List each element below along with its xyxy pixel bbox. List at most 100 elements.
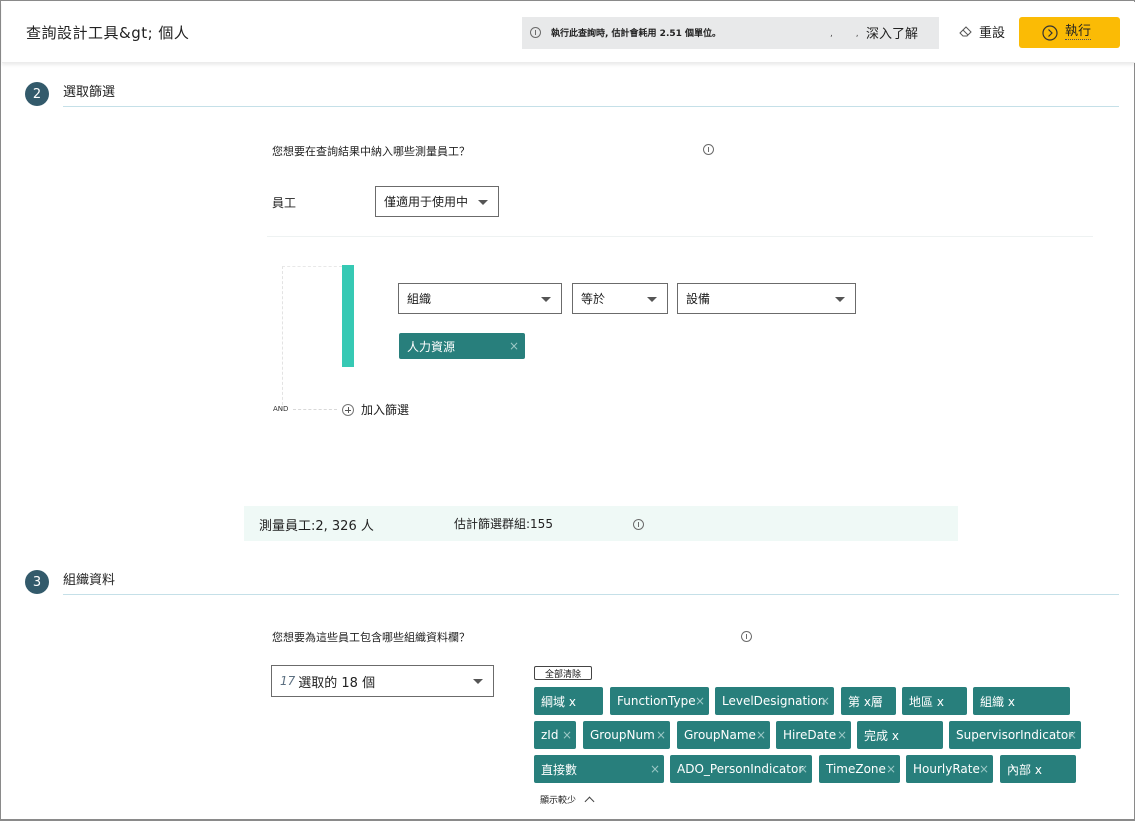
learn-more-link[interactable]: 深入了解 [866,23,918,42]
filter-value-value: 設備 [686,292,711,306]
column-tag: 地區 x [902,687,967,715]
tag-label: zId [541,728,559,742]
show-less-toggle[interactable]: 顯示較少 [540,793,595,807]
info-icon [530,27,541,38]
run-button[interactable]: 執行 [1019,17,1120,48]
tag-label: TimeZone [826,762,886,776]
filter-connector-line [282,266,342,410]
org-data-question: 您想要為這些員工包含哪些組織資料欄？ [272,631,470,644]
caret-down-icon [473,679,483,684]
tag-label: 第 x層 [848,694,883,709]
close-icon[interactable]: × [798,762,808,776]
column-tag: FunctionType × [610,687,709,715]
column-tag: HourlyRate × [906,755,993,783]
section-divider [63,594,1119,595]
column-tag: GroupName × [677,721,770,749]
filter-operator-value: 等於 [581,292,606,306]
clear-all-button[interactable]: 全部清除 [534,666,592,680]
column-tag: 綱域 x [534,687,603,715]
tag-label: FunctionType [617,694,696,708]
filter-value-select[interactable]: 設備 [677,283,856,314]
column-tag: zId × [534,721,576,749]
tag-label: 綱域 x [541,694,576,709]
app-window: 查詢設計工具&gt; 個人 執行此查詢時, 估計會耗用 2.51 個單位。 , … [0,0,1135,821]
header-bar: 查詢設計工具&gt; 個人 執行此查詢時, 估計會耗用 2.51 個單位。 , … [2,2,1135,63]
column-tag: LevelDesignation × [715,687,834,715]
filter-attribute-select[interactable]: 組織 [398,283,562,314]
tag-label: 直接數 [541,762,578,777]
tag-label: 內部 x [1007,762,1042,777]
close-icon[interactable]: × [509,339,519,353]
chevron-circle-right-icon [1042,24,1058,41]
filter-attribute-value: 組織 [407,292,432,306]
tag-label: ADO_PersonIndicator [677,762,804,776]
show-less-label: 顯示較少 [540,796,577,806]
step-badge-2: 2 [25,82,49,106]
section-title-org-data: 組織資料 [63,573,116,588]
close-icon[interactable]: × [979,762,989,776]
close-icon[interactable]: × [837,728,847,742]
close-icon[interactable]: × [650,762,660,776]
chevron-up-icon [584,796,595,807]
info-icon[interactable] [703,144,714,155]
close-icon[interactable]: × [820,694,830,708]
tag-label: 地區 x [909,694,944,709]
tag-label: 完成 x [864,728,899,743]
employee-label: 員工 [272,196,297,210]
filter-value-chip: 人力資源 × [399,333,525,359]
filter-summary: 測量員工:2, 326 人 估計篩選群組:155 [244,506,958,541]
info-icon[interactable] [741,631,752,642]
selected-count: 17 [280,674,296,688]
section-title-filters: 選取篩選 [63,85,116,100]
caret-down-icon [541,297,551,302]
tag-label: HourlyRate [913,762,980,776]
add-filter-button[interactable]: 加入篩選 [342,401,409,418]
tag-label: 組織 x [980,694,1015,709]
close-icon[interactable]: × [756,728,766,742]
close-icon[interactable]: × [656,728,666,742]
column-tag: 內部 x [1000,755,1076,783]
cost-notice: 執行此查詢時, 估計會耗用 2.51 個單位。 , , 深入了解 [522,17,939,49]
info-icon[interactable] [633,519,644,530]
reset-button[interactable]: 重設 [958,20,1005,42]
close-icon[interactable]: × [1067,728,1077,742]
column-tag: 第 x層 [841,687,896,715]
measured-employees-count: 測量員工:2, 326 人 [259,519,374,534]
and-label: AND [273,405,289,413]
column-tag: GroupNum × [583,721,670,749]
column-tag: 直接數 × [534,755,664,783]
run-label: 執行 [1065,24,1092,40]
column-tag: ADO_PersonIndicator × [670,755,812,783]
column-tag: HireDate × [776,721,851,749]
tag-label: SupervisorIndicator [956,728,1074,742]
column-tag: 完成 x [857,721,943,749]
close-icon[interactable]: × [562,728,572,742]
divider [267,236,1093,237]
tag-label: LevelDesignation [722,694,826,708]
selected-text: 選取的 18 個 [298,675,376,691]
filter-group-bar [342,265,354,367]
step-badge-3: 3 [25,570,49,594]
notice-text: 執行此查詢時, 估計會耗用 2.51 個單位。 [551,29,722,39]
section-divider [63,106,1119,107]
tag-label: HireDate [783,728,837,742]
employee-status-value: 僅適用于使用中 [384,195,469,209]
tag-label: GroupNum [590,728,655,742]
filter-operator-select[interactable]: 等於 [572,283,668,314]
chip-label: 人力資源 [407,339,456,354]
close-icon[interactable]: × [695,694,705,708]
close-icon[interactable]: × [886,762,896,776]
column-tag: SupervisorIndicator × [949,721,1081,749]
org-columns-select[interactable]: 17 選取的 18 個 [271,665,494,697]
employees-question: 您想要在查詢結果中納入哪些測量員工？ [272,145,470,158]
column-tag: TimeZone × [819,755,900,783]
estimated-groups-count: 估計篩選群組:155 [454,517,553,531]
caret-down-icon [835,297,845,302]
plus-circle-icon [342,403,354,416]
employee-status-select[interactable]: 僅適用于使用中 [375,186,499,217]
reset-label: 重設 [979,25,1006,41]
add-filter-label: 加入篩選 [361,403,410,417]
page-title: 查詢設計工具&gt; 個人 [26,24,190,42]
column-tag: 組織 x [973,687,1070,715]
caret-down-icon [647,297,657,302]
